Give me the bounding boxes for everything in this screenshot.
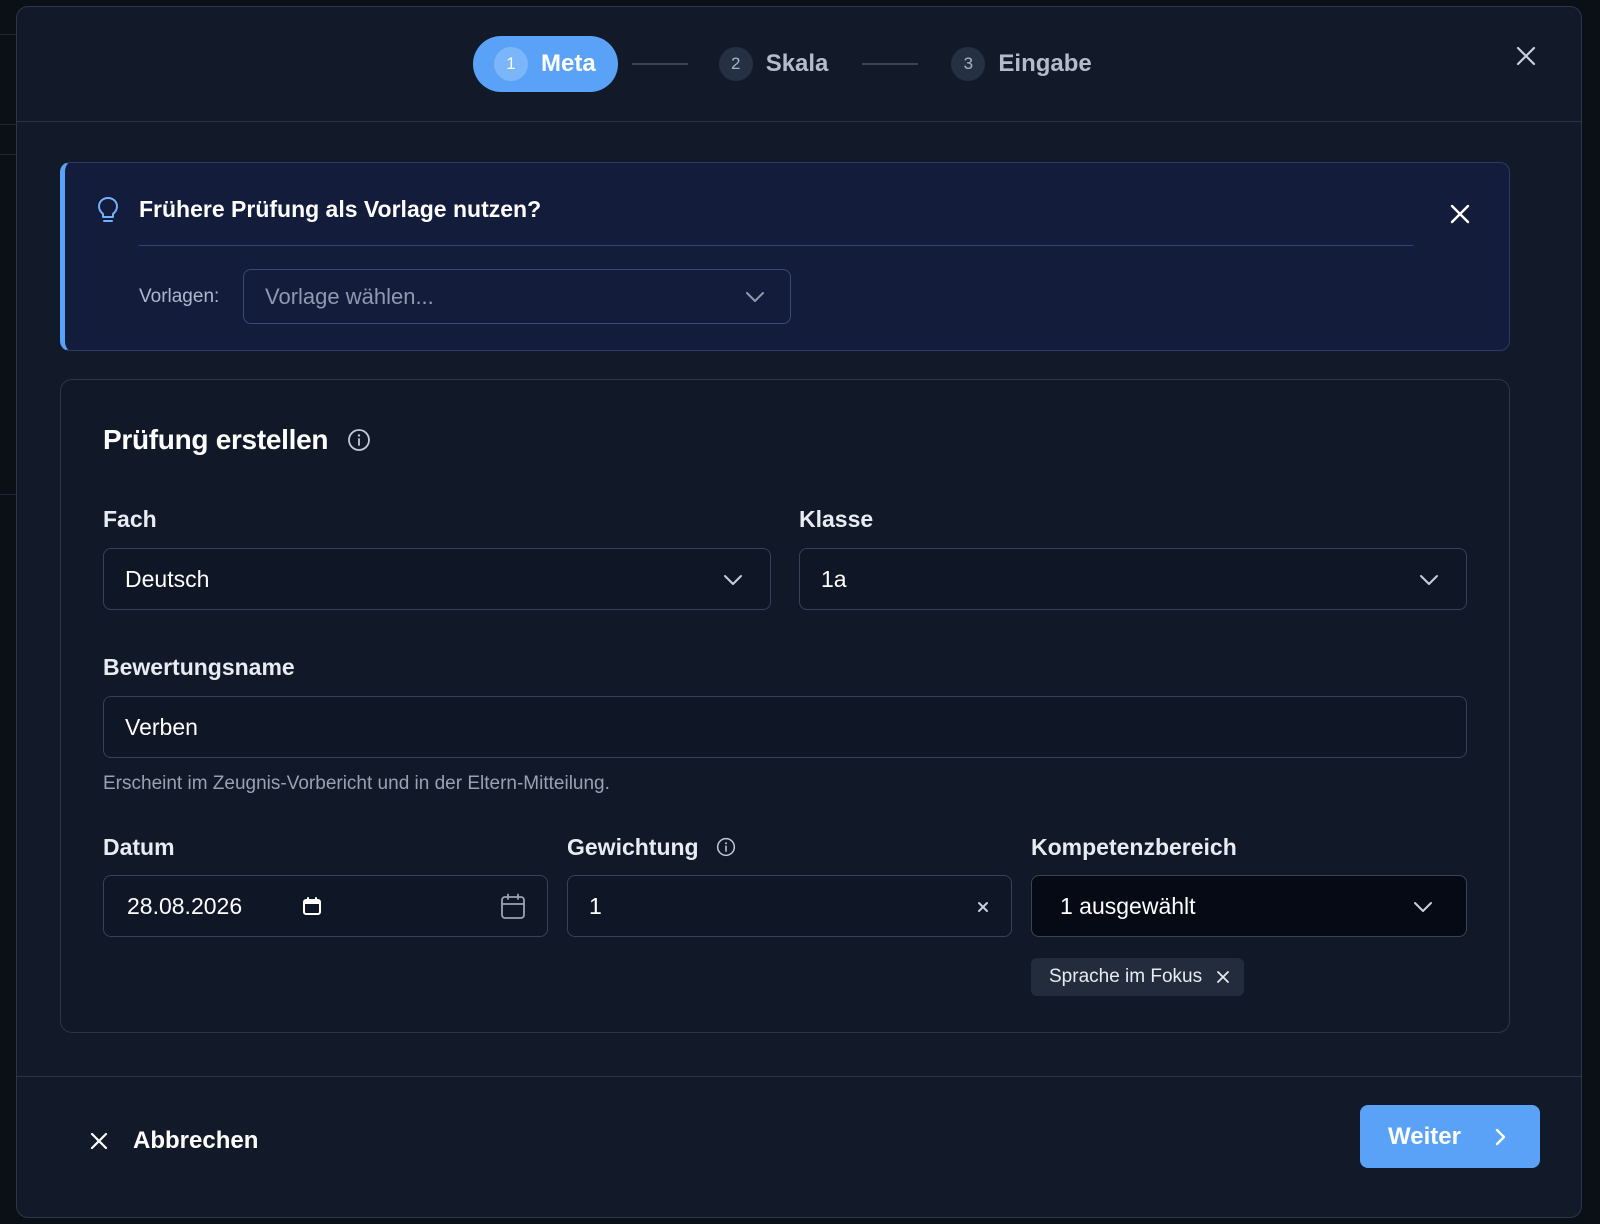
banner-divider (139, 245, 1413, 246)
template-select[interactable]: Vorlage wählen... (243, 269, 791, 324)
step-number: 1 (494, 47, 528, 81)
info-icon[interactable] (716, 837, 736, 857)
subject-value: Deutsch (125, 565, 210, 592)
assessment-name-input[interactable]: Verben (103, 696, 1467, 758)
dismiss-banner-icon[interactable] (1449, 203, 1471, 225)
calendar-small-icon[interactable] (302, 896, 322, 916)
date-label: Datum (103, 834, 175, 860)
chevron-down-icon (746, 292, 764, 302)
step-connector (862, 63, 919, 65)
lightbulb-icon (98, 197, 118, 222)
template-select-placeholder: Vorlage wählen... (265, 283, 434, 309)
subject-select[interactable]: Deutsch (103, 548, 771, 610)
competence-label: Kompetenzbereich (1031, 834, 1237, 860)
cancel-button[interactable]: Abbrechen (89, 1121, 258, 1161)
assessment-name-value: Verben (125, 713, 198, 740)
competence-value: 1 ausgewählt (1060, 892, 1196, 919)
competence-select[interactable]: 1 ausgewählt (1031, 875, 1467, 937)
date-value: 28.08.2026 (127, 892, 243, 919)
weighting-value: 1 (589, 892, 602, 919)
step-scale[interactable]: 2 Skala (698, 36, 851, 92)
dialog-footer: Abbrechen Weiter (17, 1076, 1581, 1217)
step-number: 2 (718, 47, 753, 81)
class-label: Klasse (799, 506, 874, 532)
templates-label: Vorlagen: (139, 286, 220, 307)
template-suggestion-banner: Frühere Prüfung als Vorlage nutzen? Vorl… (60, 162, 1510, 351)
stepper: 1 Meta 2 Skala 3 Eingabe (473, 36, 1114, 92)
weighting-label: Gewichtung (567, 834, 699, 860)
chevron-down-icon (724, 575, 742, 585)
subject-label: Fach (103, 506, 157, 532)
close-dialog-icon[interactable] (1513, 43, 1539, 69)
step-meta[interactable]: 1 Meta (473, 36, 618, 92)
close-icon (90, 1132, 108, 1150)
class-value: 1a (821, 565, 847, 592)
chevron-right-icon (1495, 1128, 1506, 1146)
date-input[interactable]: 28.08.2026 (103, 875, 548, 937)
step-label: Meta (541, 50, 596, 77)
remove-chip-icon[interactable] (1216, 970, 1230, 984)
calendar-icon[interactable] (500, 893, 526, 920)
assessment-name-helper: Erscheint im Zeugnis-Vorbericht und in d… (103, 773, 610, 794)
clear-icon[interactable] (977, 901, 989, 913)
cancel-label: Abbrechen (133, 1127, 259, 1154)
step-number: 3 (951, 47, 986, 81)
class-select[interactable]: 1a (799, 548, 1467, 610)
step-label: Skala (765, 50, 829, 77)
step-input[interactable]: 3 Eingabe (930, 36, 1113, 92)
exam-form-card: Prüfung erstellen Fach Deutsch Klasse 1a… (60, 379, 1510, 1033)
step-connector (631, 63, 688, 65)
step-label: Eingabe (998, 50, 1092, 77)
chevron-down-icon (1414, 902, 1432, 912)
info-icon[interactable] (347, 428, 371, 452)
competence-chip: Sprache im Fokus (1031, 958, 1245, 996)
form-heading: Prüfung erstellen (103, 424, 329, 455)
next-label: Weiter (1388, 1122, 1461, 1150)
weighting-input[interactable]: 1 (567, 875, 1012, 937)
chip-label: Sprache im Fokus (1049, 966, 1203, 987)
create-exam-dialog: 1 Meta 2 Skala 3 Eingabe Frühere Prüfung… (16, 6, 1582, 1218)
assessment-name-label: Bewertungsname (103, 654, 295, 680)
dialog-header: 1 Meta 2 Skala 3 Eingabe (17, 7, 1581, 122)
next-button[interactable]: Weiter (1360, 1105, 1540, 1168)
banner-title: Frühere Prüfung als Vorlage nutzen? (139, 196, 542, 222)
chevron-down-icon (1420, 575, 1438, 585)
